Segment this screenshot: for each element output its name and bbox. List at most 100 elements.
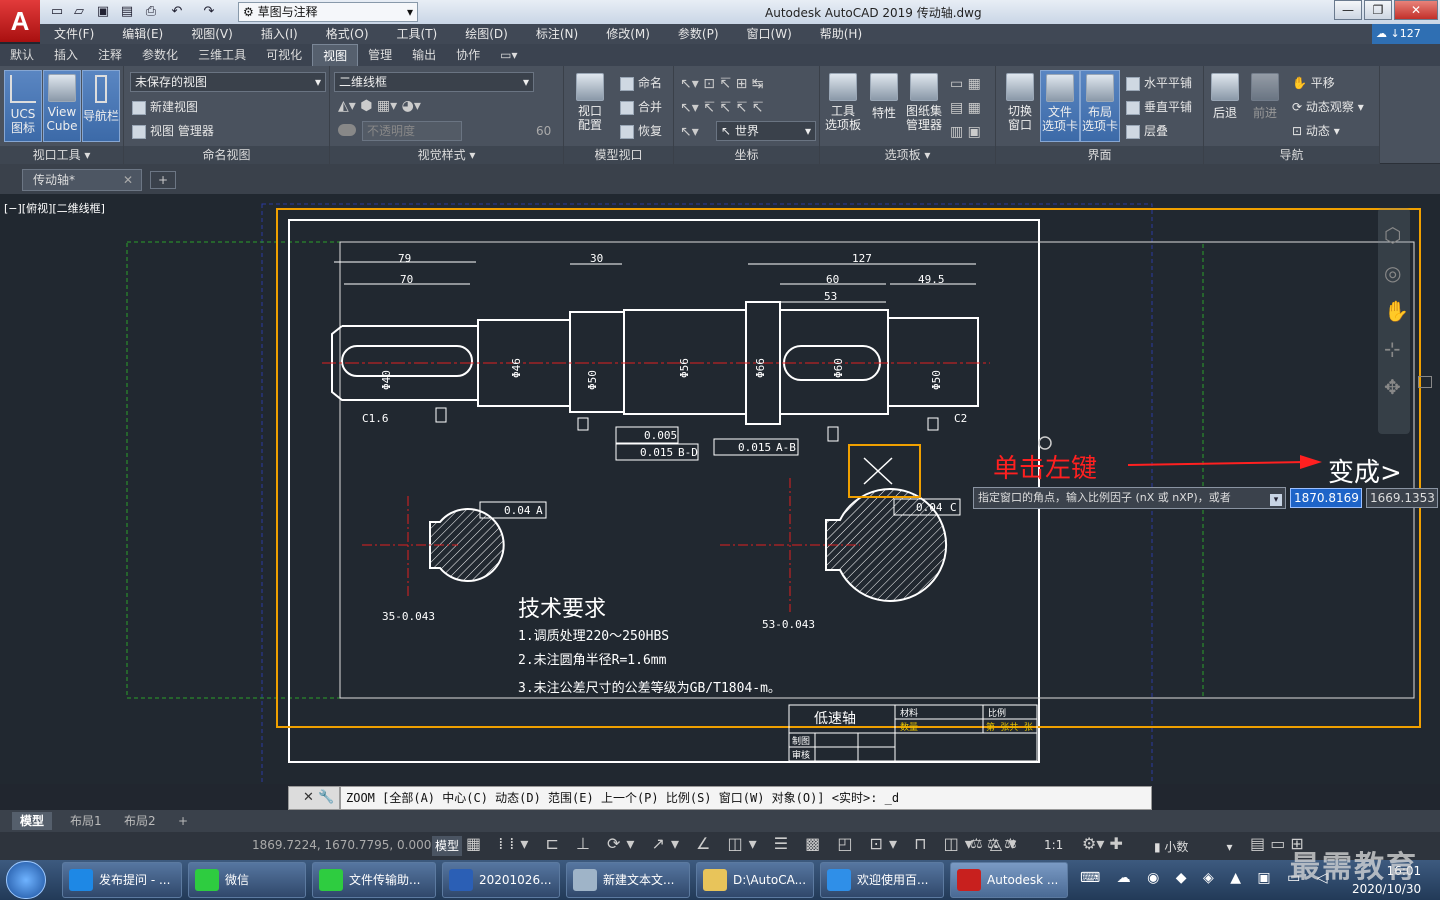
tab-default[interactable]: 默认	[0, 44, 44, 66]
pan-button[interactable]: ✋ 平移	[1292, 74, 1335, 91]
saveas-icon[interactable]: ▤	[118, 3, 136, 21]
taskbar-item[interactable]: 微信	[188, 862, 306, 898]
command-close-icon[interactable]: ✕ 🔧	[288, 786, 340, 810]
taskbar-item[interactable]: 20201026...	[442, 862, 560, 898]
back-button[interactable]: 后退	[1206, 70, 1244, 142]
tab-annotate[interactable]: 注释	[88, 44, 132, 66]
dynamic-input-y[interactable]: 1669.1353	[1366, 488, 1438, 508]
switch-window-button[interactable]: 切换 窗口	[1000, 70, 1040, 142]
scroll-thumb[interactable]	[1418, 376, 1432, 388]
tab-parametric[interactable]: 参数化	[132, 44, 188, 66]
ucs-icon-button[interactable]: UCS 图标	[4, 70, 42, 142]
new-icon[interactable]: ▭	[48, 3, 66, 21]
menu-draw[interactable]: 绘图(D)	[451, 24, 522, 44]
menu-parameter[interactable]: 参数(P)	[664, 24, 733, 44]
document-tab[interactable]: 传动轴* ✕	[22, 169, 142, 191]
prompt-options-icon[interactable]: ▾	[1270, 494, 1282, 506]
close-icon[interactable]: ✕	[123, 170, 133, 190]
restore-viewport-button[interactable]: 恢复	[620, 122, 662, 139]
menu-insert[interactable]: 插入(I)	[247, 24, 312, 44]
dynamic-input-x[interactable]: 1870.8169	[1290, 488, 1362, 508]
sign-in-button[interactable]: ☁ ↓127	[1372, 24, 1440, 44]
menu-modify[interactable]: 修改(M)	[592, 24, 664, 44]
forward-button[interactable]: 前进	[1246, 70, 1284, 142]
close-button[interactable]: ✕	[1394, 0, 1438, 20]
tab-model[interactable]: 模型	[12, 812, 53, 830]
tab-insert[interactable]: 插入	[44, 44, 88, 66]
sheetset-button[interactable]: 图纸集 管理器	[902, 70, 946, 142]
opacity-toggle[interactable]	[338, 124, 356, 136]
viewcube-button[interactable]: View Cube	[43, 70, 81, 142]
autocad-logo[interactable]: A	[0, 0, 40, 42]
view-manager-button[interactable]: 视图 管理器	[132, 122, 214, 139]
undo-icon[interactable]: ↶	[168, 3, 186, 21]
navbar-button[interactable]: 导航栏	[82, 70, 120, 142]
menu-dimension[interactable]: 标注(N)	[522, 24, 592, 44]
tile-horizontal-button[interactable]: 水平平铺	[1126, 74, 1192, 91]
file-tabs-button[interactable]: 文件 选项卡	[1040, 70, 1080, 142]
taskbar-item[interactable]: 新建文本文...	[566, 862, 690, 898]
visual-style-select[interactable]: 二维线框 ▾	[334, 72, 534, 92]
nav-bar-icons[interactable]: ⬡ ◎ ✋ ⊹ ✥	[1384, 216, 1409, 406]
menu-edit[interactable]: 编辑(E)	[108, 24, 177, 44]
print-icon[interactable]: ⎙	[142, 3, 160, 21]
cascade-button[interactable]: 层叠	[1126, 122, 1168, 139]
tab-manage[interactable]: 管理	[358, 44, 402, 66]
menu-tools[interactable]: 工具(T)	[383, 24, 452, 44]
ribbon-options-icon[interactable]: ▭▾	[490, 44, 527, 66]
tab-3d-tools[interactable]: 三维工具	[188, 44, 256, 66]
save-icon[interactable]: ▣	[94, 3, 112, 21]
orbit-button[interactable]: ⟳ 动态观察 ▾	[1292, 98, 1364, 115]
menu-file[interactable]: 文件(F)	[40, 24, 108, 44]
menu-help[interactable]: 帮助(H)	[806, 24, 876, 44]
merge-viewport-button[interactable]: 合并	[620, 98, 662, 115]
tile-horizontal-label: 水平平铺	[1144, 76, 1193, 90]
add-layout-button[interactable]: +	[170, 812, 196, 830]
command-text: ZOOM [全部(A) 中心(C) 动态(D) 范围(E) 上一个(P) 比例(…	[346, 791, 900, 805]
named-view-select[interactable]: 未保存的视图 ▾	[130, 72, 326, 92]
panel-title[interactable]: 视口工具 ▾	[0, 146, 123, 164]
viewport-config-button[interactable]: 视口 配置	[570, 70, 610, 142]
visual-style-icons[interactable]: ◭▾ ⬢ ▦▾ ◕▾	[338, 98, 421, 114]
panel-title[interactable]: 选项板 ▾	[820, 146, 995, 164]
redo-icon[interactable]: ↷	[200, 3, 218, 21]
model-space-button[interactable]: 模型	[432, 836, 462, 856]
tab-output[interactable]: 输出	[402, 44, 446, 66]
new-tab-button[interactable]: +	[150, 171, 176, 189]
taskbar-item-active[interactable]: Autodesk ...	[950, 862, 1068, 898]
gear-icon[interactable]: ⚙▾ ✚	[1082, 834, 1123, 853]
taskbar-item[interactable]: 文件传输助...	[312, 862, 436, 898]
tool-palettes-button[interactable]: 工具 选项板	[822, 70, 864, 142]
tab-collaborate[interactable]: 协作	[446, 44, 490, 66]
properties-button[interactable]: 特性	[866, 70, 902, 142]
tab-layout1[interactable]: 布局1	[62, 812, 110, 830]
palette-small-icons[interactable]: ▭ ▦ ▤ ▦ ▥ ▣	[950, 72, 981, 144]
start-button[interactable]	[6, 861, 46, 899]
minimize-button[interactable]: —	[1334, 0, 1362, 20]
units-display[interactable]: ▮ 小数 ▾	[1154, 838, 1232, 855]
new-view-button[interactable]: 新建视图	[132, 98, 198, 115]
maximize-button[interactable]: ❐	[1364, 0, 1392, 20]
workspace-select[interactable]: ⚙ 草图与注释 ▾	[238, 2, 418, 22]
ucs-world-select[interactable]: ↖ 世界 ▾	[716, 121, 816, 141]
taskbar-item[interactable]: 欢迎使用百...	[820, 862, 944, 898]
tile-vertical-button[interactable]: 垂直平铺	[1126, 98, 1192, 115]
tab-visualize[interactable]: 可视化	[256, 44, 312, 66]
status-toggle-icons[interactable]: ▦ ⁞⁞▾ ⊏ ⊥ ⟳▾ ↗▾ ∠ ◫▾ ☰ ▩ ◰ ⊡▾ ⊓ ◫▾ ◬▾	[466, 834, 1022, 853]
tab-layout2[interactable]: 布局2	[116, 812, 164, 830]
tab-view[interactable]: 视图	[312, 44, 359, 66]
panel-title[interactable]: 视觉样式 ▾	[330, 146, 563, 164]
annotation-scale-icons[interactable]: ⚖ ⚖ ⚖	[970, 836, 1017, 852]
taskbar-item[interactable]: 发布提问 - ...	[62, 862, 182, 898]
name-viewport-button[interactable]: 命名	[620, 74, 662, 91]
opacity-slider[interactable]: 不透明度	[362, 121, 462, 141]
menu-format[interactable]: 格式(O)	[312, 24, 383, 44]
annotation-scale[interactable]: 1:1	[1044, 838, 1063, 852]
tool-palettes-label: 工具 选项板	[824, 104, 861, 132]
menu-view[interactable]: 视图(V)	[177, 24, 247, 44]
open-icon[interactable]: ▱	[70, 3, 88, 21]
taskbar-item[interactable]: D:\AutoCA...	[696, 862, 814, 898]
layout-tabs-button[interactable]: 布局 选项卡	[1080, 70, 1120, 142]
zoom-dynamic-button[interactable]: ⊡ 动态 ▾	[1292, 122, 1340, 139]
menu-window[interactable]: 窗口(W)	[733, 24, 806, 44]
